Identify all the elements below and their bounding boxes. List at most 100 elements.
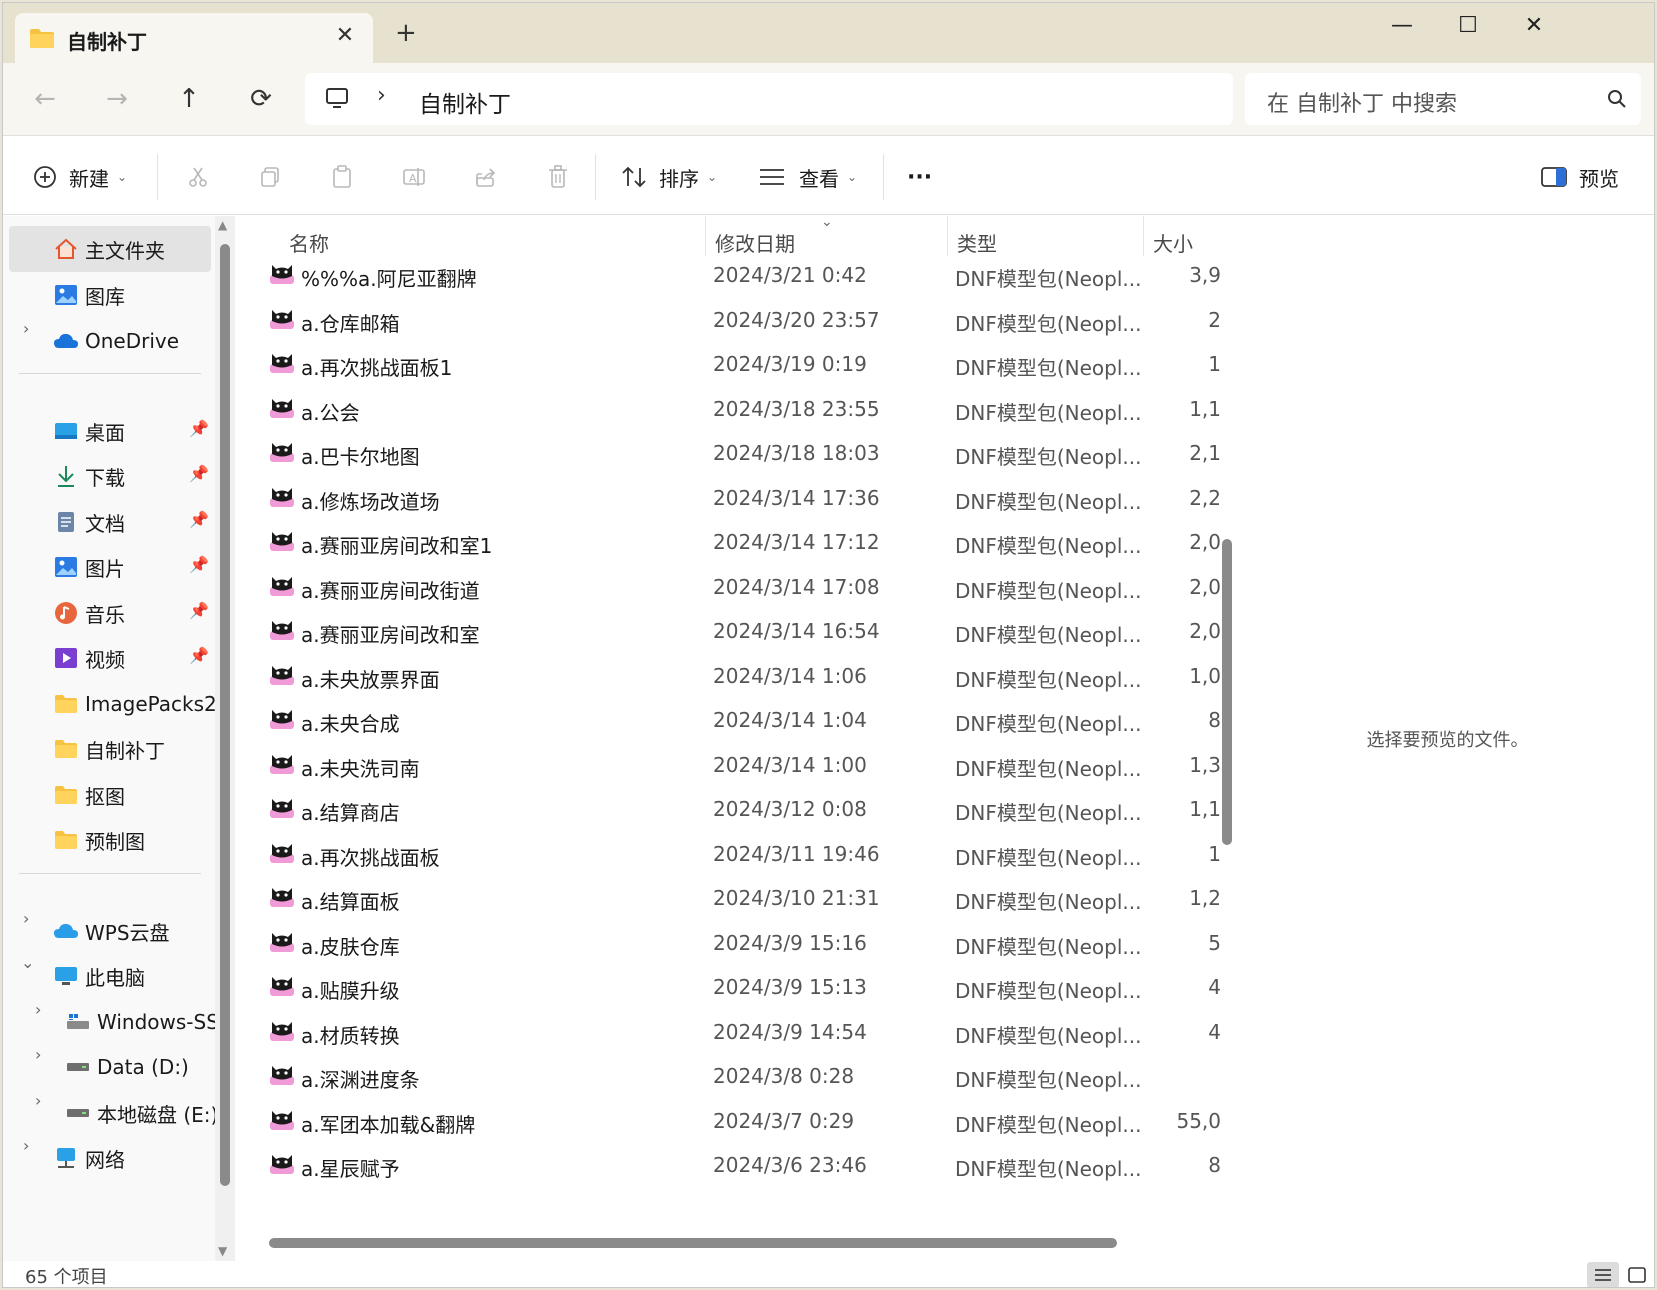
sidebar-item-drive-e[interactable]: 本地磁盘 (E:) [65, 1091, 218, 1135]
new-button[interactable]: 新建 ⌄ [33, 160, 127, 194]
file-row[interactable]: a.未央放票界面 2024/3/14 1:06 DNF模型包(Neopl... 1,0 [243, 653, 1221, 699]
sidebar-item-home[interactable]: 主文件夹 [53, 227, 165, 271]
back-button[interactable]: ← [25, 81, 65, 117]
sidebar-item-this-pc[interactable]: 此电脑 [53, 954, 145, 998]
preview-label: 预览 [1579, 166, 1619, 191]
chevron-right-icon[interactable]: › [35, 1091, 41, 1110]
more-options-button[interactable]: ··· [907, 160, 932, 194]
sort-button[interactable]: 排序 ⌄ [621, 160, 717, 194]
view-button[interactable]: 查看 ⌄ [759, 160, 857, 194]
file-row[interactable]: a.巴卡尔地图 2024/3/18 18:03 DNF模型包(Neopl... 2,1 [243, 430, 1221, 476]
file-name: a.再次挑战面板 [301, 845, 440, 870]
pin-icon[interactable]: 📌 [189, 510, 209, 529]
close-window-button[interactable]: ✕ [1509, 13, 1559, 43]
file-row[interactable]: a.贴膜升级 2024/3/9 15:13 DNF模型包(Neopl... 4 [243, 964, 1221, 1010]
search-placeholder[interactable]: 在 自制补丁 中搜索 [1267, 86, 1457, 118]
file-size: 8 [1208, 1153, 1221, 1177]
file-row[interactable]: a.未央洗司南 2024/3/14 1:00 DNF模型包(Neopl... 1,3 [243, 742, 1221, 788]
delete-icon[interactable] [541, 160, 575, 194]
close-tab-icon[interactable]: ✕ [331, 23, 359, 48]
sidebar-item-prefab[interactable]: 预制图 [53, 818, 145, 862]
file-type: DNF模型包(Neopl... [955, 712, 1142, 736]
breadcrumb-separator[interactable]: › [377, 83, 386, 108]
chevron-right-icon[interactable]: › [35, 1045, 41, 1064]
file-row[interactable]: a.未央合成 2024/3/14 1:04 DNF模型包(Neopl... 8 [243, 697, 1221, 743]
column-divider[interactable] [705, 216, 706, 256]
sidebar-item-custom-patch[interactable]: 自制补丁 [53, 727, 165, 771]
file-size: 1,1 [1189, 797, 1221, 821]
search-icon[interactable] [1607, 89, 1627, 109]
file-row[interactable]: a.再次挑战面板1 2024/3/19 0:19 DNF模型包(Neopl... 1 [243, 341, 1221, 387]
file-row[interactable]: a.修炼场改道场 2024/3/14 17:36 DNF模型包(Neopl... 2,… [243, 475, 1221, 521]
sidebar-item-onedrive[interactable]: OneDrive [53, 319, 179, 363]
column-divider[interactable] [947, 216, 948, 256]
sidebar-item-network[interactable]: 网络 [53, 1136, 125, 1180]
large-icons-view-button[interactable] [1621, 1262, 1653, 1287]
file-row[interactable]: a.仓库邮箱 2024/3/20 23:57 DNF模型包(Neopl... 2 [243, 297, 1221, 343]
file-row[interactable]: a.赛丽亚房间改和室1 2024/3/14 17:12 DNF模型包(Neopl..… [243, 519, 1221, 565]
sidebar-item-cutout[interactable]: 抠图 [53, 773, 125, 817]
pin-icon[interactable]: 📌 [189, 419, 209, 438]
sidebar-item-wps[interactable]: WPS云盘 [53, 909, 170, 953]
address-bar[interactable]: › 自制补丁 [305, 73, 1233, 125]
dnf-package-icon [270, 354, 294, 373]
file-row[interactable]: a.公会 2024/3/18 23:55 DNF模型包(Neopl... 1,1 [243, 386, 1221, 432]
file-row[interactable]: a.军团本加载&翻牌 2024/3/7 0:29 DNF模型包(Neopl... 55… [243, 1098, 1221, 1144]
breadcrumb-current[interactable]: 自制补丁 [419, 85, 511, 119]
scroll-down-icon[interactable]: ▼ [218, 1244, 227, 1258]
file-row[interactable]: a.赛丽亚房间改和室 2024/3/14 16:54 DNF模型包(Neopl...… [243, 608, 1221, 654]
pin-icon[interactable]: 📌 [189, 555, 209, 574]
sidebar-scrollbar-thumb[interactable] [220, 244, 230, 1186]
sidebar-item-music[interactable]: 音乐 [53, 591, 125, 635]
preview-pane: 选择要预览的文件。 [1239, 216, 1654, 1261]
up-button[interactable]: ↑ [169, 81, 209, 117]
sidebar-item-desktop[interactable]: 桌面 [53, 409, 125, 453]
sidebar-item-videos[interactable]: 视频 [53, 636, 125, 680]
file-row[interactable]: a.材质转换 2024/3/9 14:54 DNF模型包(Neopl... 4 [243, 1009, 1221, 1055]
maximize-button[interactable]: ☐ [1443, 13, 1493, 43]
file-list-horizontal-scrollbar-thumb[interactable] [269, 1238, 1117, 1248]
sidebar-item-drive-c[interactable]: Windows-SSD [65, 1000, 234, 1044]
column-divider[interactable] [1143, 216, 1144, 256]
file-row[interactable]: a.结算商店 2024/3/12 0:08 DNF模型包(Neopl... 1,1 [243, 786, 1221, 832]
cloud-icon [53, 328, 79, 354]
sidebar-item-documents[interactable]: 文档 [53, 500, 125, 544]
search-box[interactable]: 在 自制补丁 中搜索 [1245, 73, 1641, 125]
minimize-button[interactable]: — [1377, 13, 1427, 43]
copy-icon[interactable] [253, 160, 287, 194]
file-row[interactable]: a.再次挑战面板 2024/3/11 19:46 DNF模型包(Neopl... 1 [243, 831, 1221, 877]
file-row[interactable]: a.赛丽亚房间改街道 2024/3/14 17:08 DNF模型包(Neopl...… [243, 564, 1221, 610]
details-view-button[interactable] [1587, 1262, 1619, 1287]
chevron-down-icon[interactable]: ⌄ [21, 953, 34, 972]
sidebar-item-drive-d[interactable]: Data (D:) [65, 1045, 189, 1089]
file-list-scrollbar-thumb[interactable] [1222, 539, 1232, 845]
forward-button[interactable]: → [97, 81, 137, 117]
file-row[interactable]: a.皮肤仓库 2024/3/9 15:16 DNF模型包(Neopl... 5 [243, 920, 1221, 966]
file-row[interactable]: %%%a.阿尼亚翻牌 2024/3/21 0:42 DNF模型包(Neopl... 3… [243, 252, 1221, 298]
sidebar-item-downloads[interactable]: 下载 [53, 454, 125, 498]
cut-icon[interactable] [181, 160, 215, 194]
chevron-right-icon[interactable]: › [23, 319, 29, 338]
refresh-button[interactable]: ⟳ [241, 81, 281, 117]
rename-icon[interactable]: A [397, 160, 431, 194]
chevron-right-icon[interactable]: › [35, 1000, 41, 1019]
chevron-right-icon[interactable]: › [23, 1136, 29, 1155]
chevron-right-icon[interactable]: › [23, 909, 29, 928]
pin-icon[interactable]: 📌 [189, 464, 209, 483]
scroll-up-icon[interactable]: ▲ [218, 218, 227, 232]
sidebar-item-imagepacks2[interactable]: ImagePacks2 [53, 682, 217, 726]
sidebar-item-gallery[interactable]: 图库 [53, 273, 125, 317]
tab-current[interactable]: 自制补丁 ✕ [15, 13, 373, 63]
file-name: a.仓库邮箱 [301, 311, 400, 336]
preview-pane-button[interactable]: 预览 [1541, 160, 1619, 194]
file-row[interactable]: a.星辰赋予 2024/3/6 23:46 DNF模型包(Neopl... 8 [243, 1142, 1221, 1188]
new-tab-button[interactable]: + [395, 20, 417, 46]
file-modified-date: 2024/3/18 23:55 [713, 396, 880, 421]
pin-icon[interactable]: 📌 [189, 601, 209, 620]
paste-icon[interactable] [325, 160, 359, 194]
file-row[interactable]: a.深渊进度条 2024/3/8 0:28 DNF模型包(Neopl... [243, 1053, 1221, 1099]
sidebar-item-pictures[interactable]: 图片 [53, 545, 125, 589]
file-row[interactable]: a.结算面板 2024/3/10 21:31 DNF模型包(Neopl... 1,2 [243, 875, 1221, 921]
pin-icon[interactable]: 📌 [189, 646, 209, 665]
share-icon[interactable] [469, 160, 503, 194]
